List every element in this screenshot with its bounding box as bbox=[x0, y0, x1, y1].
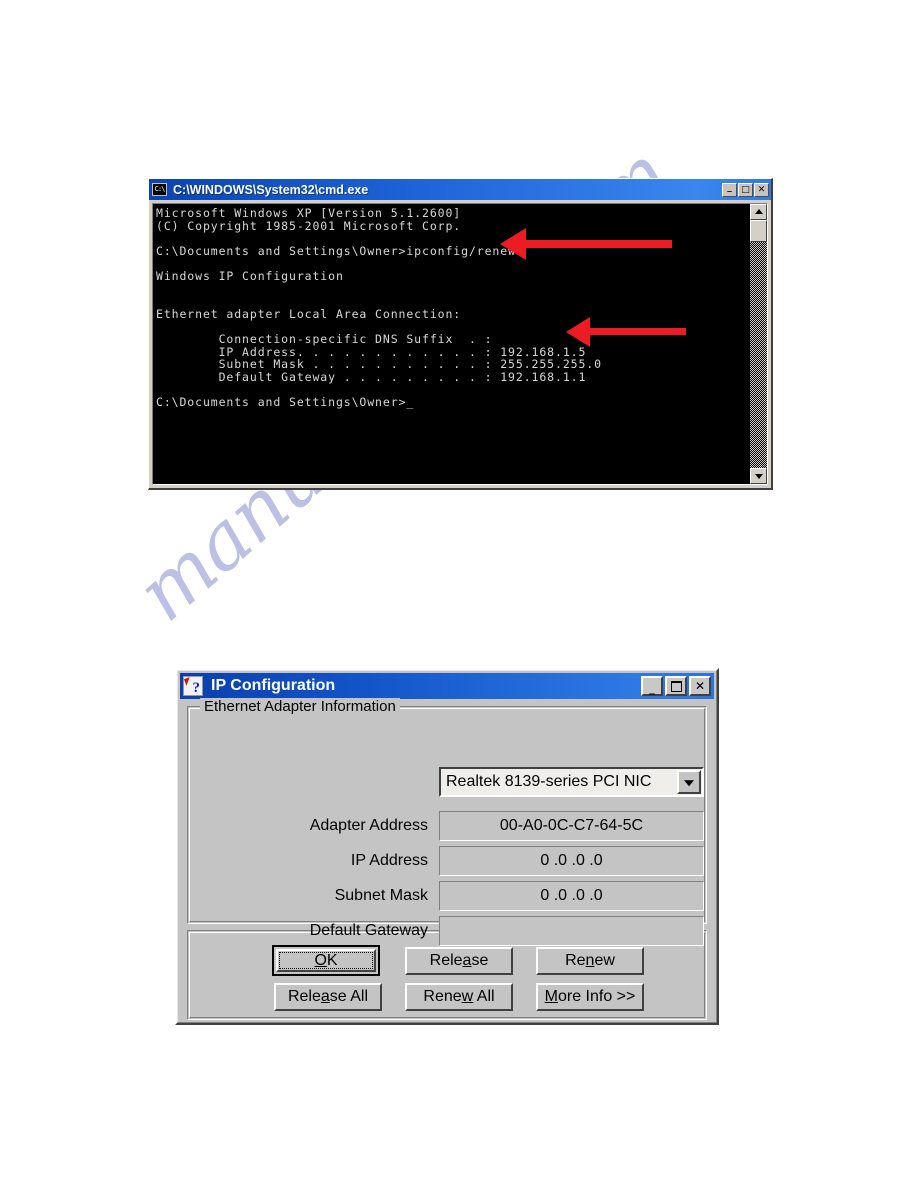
ipcfg-titlebar[interactable]: ? IP Configuration _ ✕ bbox=[180, 673, 714, 699]
release-button-label: Release bbox=[429, 952, 489, 969]
ip-configuration-dialog: ? IP Configuration _ ✕ Ethernet Adapter … bbox=[175, 668, 719, 1025]
field-label-default-gateway: Default Gateway bbox=[309, 922, 428, 939]
renew-button-label: Renew bbox=[565, 952, 615, 969]
maximize-icon: □ bbox=[741, 184, 750, 195]
field-label-ip-address: IP Address bbox=[350, 852, 428, 869]
ipcfg-maximize-button[interactable] bbox=[665, 676, 687, 696]
chevron-down-icon[interactable] bbox=[677, 770, 701, 794]
field-value-adapter-address: 00-A0-0C-C7-64-5C bbox=[439, 811, 704, 841]
release-all-button-label: Release All bbox=[287, 988, 369, 1005]
more-info-button-label: More Info >> bbox=[544, 988, 636, 1005]
release-all-button[interactable]: Release All bbox=[274, 983, 382, 1011]
cmd-client-area: Microsoft Windows XP [Version 5.1.2600] … bbox=[152, 203, 768, 485]
release-button[interactable]: Release bbox=[405, 947, 513, 975]
minimize-icon: _ bbox=[649, 682, 655, 695]
field-value-ip-address: 0 .0 .0 .0 bbox=[439, 846, 704, 876]
ok-button-label: OK bbox=[314, 951, 338, 969]
ipcfg-close-button[interactable]: ✕ bbox=[689, 676, 711, 696]
renew-all-button[interactable]: Renew All bbox=[405, 983, 513, 1011]
close-icon: ✕ bbox=[694, 679, 706, 693]
ipcfg-minimize-button[interactable]: _ bbox=[641, 676, 663, 696]
field-subnet-mask: Subnet Mask 0 .0 .0 .0 bbox=[188, 881, 706, 911]
renew-all-button-label: Renew All bbox=[423, 988, 495, 1005]
cmd-minimize-button[interactable]: _ bbox=[722, 182, 737, 197]
field-adapter-address: Adapter Address 00-A0-0C-C7-64-5C bbox=[188, 811, 706, 841]
ok-button[interactable]: OK bbox=[272, 945, 380, 976]
console-scrollbar[interactable] bbox=[750, 204, 767, 484]
scroll-down-arrow-icon[interactable] bbox=[750, 468, 767, 484]
more-info-button[interactable]: More Info >> bbox=[536, 983, 644, 1011]
ethernet-adapter-information-group: Ethernet Adapter Information Realtek 813… bbox=[187, 698, 707, 946]
cmd-window-title: C:\WINDOWS\System32\cmd.exe bbox=[173, 182, 369, 197]
cmd-console-icon[interactable]: C:\ bbox=[152, 183, 167, 196]
ipcfg-window-title: IP Configuration bbox=[211, 677, 336, 694]
adapter-select-value: Realtek 8139-series PCI NIC bbox=[446, 773, 652, 790]
field-label-adapter-address: Adapter Address bbox=[309, 817, 428, 834]
command-prompt-window: C:\ C:\WINDOWS\System32\cmd.exe _ □ ✕ Mi… bbox=[148, 178, 773, 490]
cmd-close-button[interactable]: ✕ bbox=[754, 182, 769, 197]
scrollbar-track[interactable] bbox=[750, 242, 767, 468]
field-value-default-gateway bbox=[439, 916, 704, 946]
minimize-icon: _ bbox=[727, 182, 732, 193]
field-label-subnet-mask: Subnet Mask bbox=[334, 887, 428, 904]
adapter-select[interactable]: Realtek 8139-series PCI NIC bbox=[439, 767, 704, 797]
cmd-maximize-button[interactable]: □ bbox=[738, 182, 753, 197]
close-icon: ✕ bbox=[757, 184, 766, 195]
scroll-up-arrow-icon[interactable] bbox=[750, 204, 767, 220]
field-default-gateway: Default Gateway bbox=[188, 916, 706, 946]
maximize-icon bbox=[667, 678, 685, 694]
group-legend-ethernet: Ethernet Adapter Information bbox=[200, 698, 400, 715]
console-output-text[interactable]: Microsoft Windows XP [Version 5.1.2600] … bbox=[153, 204, 750, 484]
field-ip-address: IP Address 0 .0 .0 .0 bbox=[188, 846, 706, 876]
field-value-subnet-mask: 0 .0 .0 .0 bbox=[439, 881, 704, 911]
renew-button[interactable]: Renew bbox=[536, 947, 644, 975]
scrollbar-thumb[interactable] bbox=[750, 220, 767, 242]
help-arrow-icon: ? bbox=[183, 676, 203, 696]
cmd-titlebar[interactable]: C:\ C:\WINDOWS\System32\cmd.exe _ □ ✕ bbox=[149, 179, 771, 200]
